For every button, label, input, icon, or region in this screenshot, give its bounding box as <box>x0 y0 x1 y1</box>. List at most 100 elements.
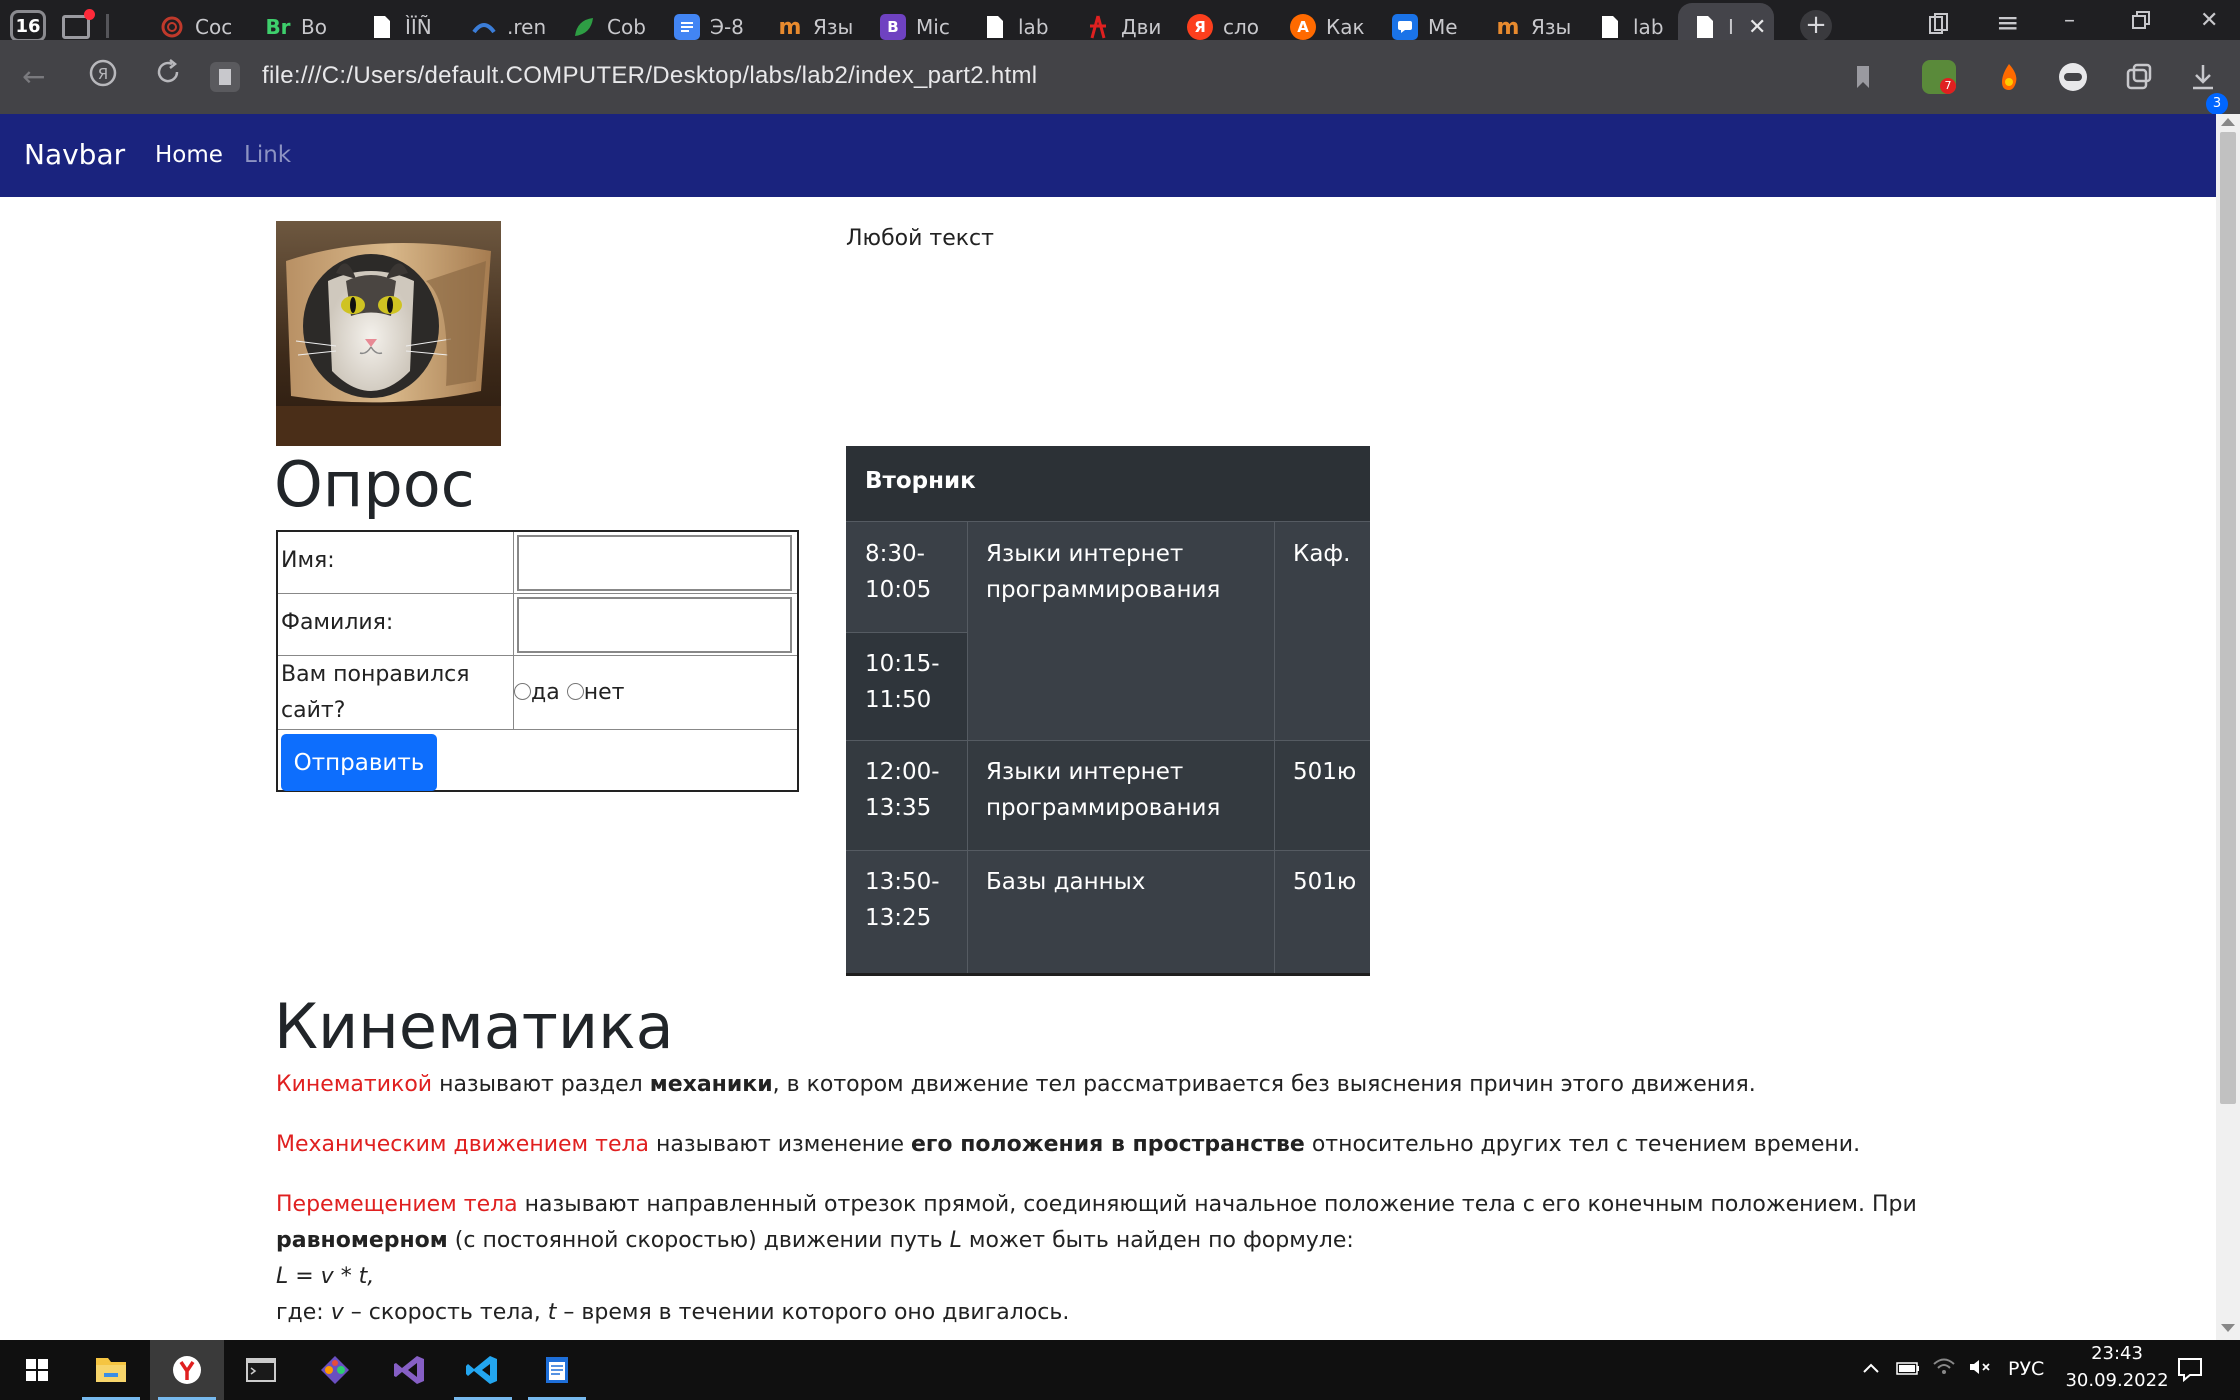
subject-line-1: Языки интернет <box>986 541 1184 567</box>
text: называют раздел <box>432 1072 650 1097</box>
visual-studio-icon[interactable] <box>372 1340 446 1400</box>
file-protocol-icon[interactable] <box>210 62 240 92</box>
tab-title: сло <box>1223 15 1260 39</box>
volume-muted-icon[interactable] <box>1968 1357 1992 1382</box>
any-text: Любой текст <box>846 226 994 251</box>
schedule-room-cell: Каф. <box>1274 522 1370 572</box>
tab-count-button[interactable]: 16 <box>10 10 46 42</box>
git-client-icon[interactable] <box>298 1340 372 1400</box>
docs-icon <box>674 14 700 40</box>
subject-line-1: Языки интернет <box>986 759 1184 785</box>
liked-label: Вам понравился сайт? <box>278 656 514 729</box>
schedule-room-cell: 501ю <box>1274 740 1370 790</box>
fire-extension-icon[interactable] <box>1992 60 2026 94</box>
survey-row-liked: Вам понравился сайт? да нет <box>278 656 797 730</box>
schedule-time-cell: 12:00- 13:35 <box>846 740 967 826</box>
tab-title: Язы <box>1531 15 1571 39</box>
collections-icon[interactable] <box>2122 60 2156 94</box>
bookmark-icon[interactable] <box>1846 60 1880 94</box>
cat-in-paper-image <box>276 221 501 446</box>
bold-text: его положения в пространстве <box>911 1132 1305 1157</box>
tray-chevron-icon[interactable] <box>1862 1358 1880 1380</box>
back-icon[interactable]: ← <box>22 60 45 93</box>
doc-icon <box>369 14 395 40</box>
nav-link[interactable]: Link <box>244 142 291 168</box>
windows-taskbar: РУС 23:43 30.09.2022 <box>0 1340 2240 1400</box>
liked-label-line-1: Вам понравился <box>281 662 470 687</box>
time-start: 8:30- <box>865 541 925 567</box>
close-tab-icon[interactable]: ✕ <box>1748 15 1766 40</box>
battery-icon[interactable] <box>1896 1359 1920 1381</box>
tab-count: 16 <box>15 15 41 37</box>
url-field[interactable]: file:///C:/Users/default.COMPUTER/Deskto… <box>262 62 1037 90</box>
menu-icon[interactable]: ≡ <box>1996 6 2019 39</box>
bookmarks-panel-icon[interactable] <box>1928 12 1950 42</box>
close-window-icon[interactable]: ✕ <box>2200 8 2218 33</box>
chat-icon <box>1392 14 1418 40</box>
room: 501ю <box>1293 759 1357 785</box>
last-name-cell <box>514 594 797 655</box>
survey-row-first-name: Имя: <box>278 532 797 594</box>
reload-icon[interactable] <box>154 58 182 93</box>
formula: L = v * t, <box>276 1264 375 1289</box>
notifications-icon[interactable] <box>2176 1356 2204 1387</box>
survey-form-table: Имя: Фамилия: Вам понравился сайт? да не… <box>276 530 799 792</box>
text: , в котором движение тел рассматривается… <box>772 1072 1756 1097</box>
new-tab-group-icon[interactable] <box>60 9 96 43</box>
scrollbar-thumb[interactable] <box>2220 132 2236 1104</box>
clock-time[interactable]: 23:43 <box>2084 1343 2150 1364</box>
minimize-icon[interactable]: – <box>2064 8 2075 33</box>
yandex-icon: Я <box>1187 14 1213 40</box>
notepad-icon[interactable] <box>520 1340 594 1400</box>
kinematics-title: Кинематика <box>274 990 674 1063</box>
radio-no[interactable] <box>566 683 584 700</box>
wifi-icon[interactable] <box>1932 1356 1956 1381</box>
liked-options: да нет <box>514 656 797 729</box>
nav-home-link[interactable]: Home <box>155 142 223 168</box>
schedule-header: Вторник <box>846 446 1370 522</box>
wave-icon <box>471 14 497 40</box>
tab-title: Bo <box>301 15 327 39</box>
navbar-brand[interactable]: Navbar <box>24 138 125 171</box>
m-icon: m <box>1496 14 1520 40</box>
var-L: L <box>949 1228 962 1253</box>
tab-title: Дви <box>1121 15 1161 39</box>
new-tab-button[interactable]: + <box>1800 10 1832 42</box>
time-end: 10:05 <box>865 577 932 603</box>
start-button[interactable] <box>0 1340 74 1400</box>
var-v: v <box>330 1300 344 1325</box>
text: называют направленный отрезок прямой, со… <box>517 1192 1917 1217</box>
room: 501ю <box>1293 869 1357 895</box>
first-name-input[interactable] <box>517 535 792 591</box>
tab-title: .ren <box>507 15 547 39</box>
tab-title: Ме <box>1428 15 1458 39</box>
yandex-browser-icon[interactable] <box>150 1340 224 1400</box>
terminal-icon[interactable] <box>224 1340 298 1400</box>
vscode-icon[interactable] <box>446 1340 520 1400</box>
page-scrollbar[interactable] <box>2216 114 2240 1340</box>
scroll-up-icon[interactable] <box>2221 118 2235 126</box>
schedule-day: Вторник <box>865 468 976 494</box>
kinematics-paragraph-1: Кинематикой называют раздел механики, в … <box>276 1067 1756 1103</box>
kinematics-paragraph-2: Механическим движением тела называют изм… <box>276 1127 1860 1163</box>
scroll-down-icon[interactable] <box>2221 1324 2235 1332</box>
tab-title: Mic <box>916 15 950 39</box>
page-viewport: Navbar Home Link Опрос Имя: Фамилия: Вам… <box>0 114 2216 1340</box>
language-indicator[interactable]: РУС <box>2008 1358 2044 1380</box>
text: называют изменение <box>649 1132 912 1157</box>
red-spiral-icon <box>159 14 185 40</box>
submit-button[interactable]: Отправить <box>281 734 437 791</box>
extension-icon[interactable]: 7 <box>1922 60 1956 94</box>
restore-icon[interactable] <box>2132 10 2150 35</box>
text: – скорость тела, <box>343 1300 548 1325</box>
last-name-input[interactable] <box>517 597 792 653</box>
text: может быть найден по формуле: <box>961 1228 1354 1253</box>
clock-date[interactable]: 30.09.2022 <box>2062 1370 2172 1391</box>
doc-icon <box>982 14 1008 40</box>
time-end: 11:50 <box>865 687 932 713</box>
vpn-extension-icon[interactable] <box>2056 60 2090 94</box>
radio-yes[interactable] <box>514 683 531 700</box>
downloads-icon[interactable] <box>2186 60 2220 94</box>
file-explorer-icon[interactable] <box>74 1340 148 1400</box>
yandex-home-icon[interactable]: Я <box>88 58 118 95</box>
